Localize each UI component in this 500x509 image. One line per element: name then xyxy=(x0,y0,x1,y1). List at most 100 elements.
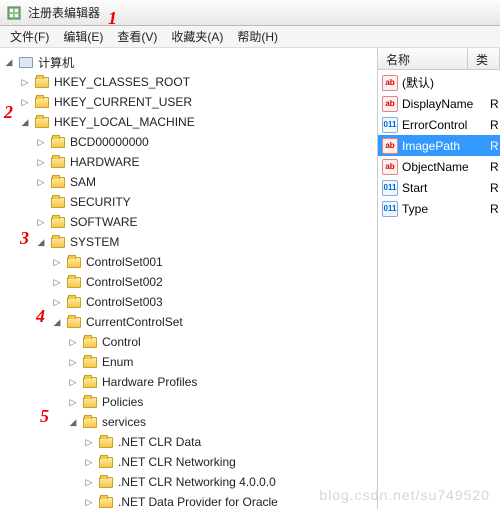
folder-icon xyxy=(98,494,114,509)
toggle-icon[interactable]: ▷ xyxy=(50,295,64,309)
tree-system[interactable]: SYSTEM xyxy=(70,235,119,249)
menu-fav[interactable]: 收藏夹(A) xyxy=(165,26,229,47)
tree-enum[interactable]: Enum xyxy=(102,355,133,369)
value-name: Start xyxy=(402,181,488,195)
value-type: R xyxy=(488,202,500,216)
binary-value-icon: 011 xyxy=(382,117,398,133)
menubar: 文件(F) 编辑(E) 查看(V) 收藏夹(A) 帮助(H) xyxy=(0,26,500,48)
folder-icon xyxy=(50,214,66,230)
tree-hklm[interactable]: HKEY_LOCAL_MACHINE xyxy=(54,115,195,129)
toggle-icon[interactable]: ◢ xyxy=(18,115,32,129)
value-type: R xyxy=(488,139,500,153)
folder-icon xyxy=(82,334,98,350)
binary-value-icon: 011 xyxy=(382,201,398,217)
tree-bcd[interactable]: BCD00000000 xyxy=(70,135,149,149)
folder-icon xyxy=(98,434,114,450)
toggle-icon[interactable]: ▷ xyxy=(34,175,48,189)
menu-edit[interactable]: 编辑(E) xyxy=(57,26,109,47)
list-body: ab(默认)abDisplayNameR011ErrorControlRabIm… xyxy=(378,70,500,221)
tree-policies[interactable]: Policies xyxy=(102,395,143,409)
folder-icon xyxy=(34,94,50,110)
tree-cs3[interactable]: ControlSet003 xyxy=(86,295,163,309)
string-value-icon: ab xyxy=(382,96,398,112)
tree-ccs[interactable]: CurrentControlSet xyxy=(86,315,183,329)
toggle-icon[interactable]: ▷ xyxy=(34,155,48,169)
list-row[interactable]: abObjectNameR xyxy=(378,156,500,177)
toggle-icon[interactable]: ▷ xyxy=(66,395,80,409)
list-pane[interactable]: 名称 类 ab(默认)abDisplayNameR011ErrorControl… xyxy=(378,48,500,509)
folder-icon xyxy=(34,74,50,90)
tree-item[interactable]: .NET CLR Data xyxy=(118,435,201,449)
folder-icon xyxy=(82,374,98,390)
app-icon xyxy=(6,5,22,21)
toggle-icon[interactable]: ◢ xyxy=(2,55,16,69)
tree-pane[interactable]: ◢ 计算机 ▷ HKEY_CLASSES_ROOT ▷ HKEY_CURRENT_US… xyxy=(0,48,378,509)
toggle-icon[interactable]: ◢ xyxy=(66,415,80,429)
list-row[interactable]: ab(默认) xyxy=(378,72,500,93)
menu-help[interactable]: 帮助(H) xyxy=(231,26,284,47)
toggle-icon[interactable]: ▷ xyxy=(18,75,32,89)
toggle-icon[interactable]: ▷ xyxy=(34,135,48,149)
tree-cs1[interactable]: ControlSet001 xyxy=(86,255,163,269)
string-value-icon: ab xyxy=(382,75,398,91)
tree-item[interactable]: .NET CLR Networking xyxy=(118,455,236,469)
toggle-icon[interactable]: ▷ xyxy=(66,335,80,349)
toggle-icon[interactable]: ◢ xyxy=(34,235,48,249)
tree-software[interactable]: SOFTWARE xyxy=(70,215,138,229)
tree-hwprof[interactable]: Hardware Profiles xyxy=(102,375,197,389)
toggle-icon[interactable]: ▷ xyxy=(18,95,32,109)
toggle-icon[interactable]: ▷ xyxy=(66,355,80,369)
folder-icon xyxy=(82,414,98,430)
col-type-header[interactable]: 类 xyxy=(468,48,500,69)
menu-file[interactable]: 文件(F) xyxy=(4,26,55,47)
list-row[interactable]: abImagePathR xyxy=(378,135,500,156)
tree-item[interactable]: .NET CLR Networking 4.0.0.0 xyxy=(118,475,276,489)
list-header: 名称 类 xyxy=(378,48,500,70)
tree-root[interactable]: 计算机 xyxy=(38,54,74,71)
toggle-icon[interactable]: ▷ xyxy=(50,275,64,289)
value-type: R xyxy=(488,118,500,132)
folder-icon xyxy=(50,174,66,190)
toggle-icon[interactable]: ▷ xyxy=(66,375,80,389)
value-type: R xyxy=(488,160,500,174)
list-row[interactable]: 011StartR xyxy=(378,177,500,198)
list-row[interactable]: 011 TypeR xyxy=(378,198,500,219)
binary-value-icon: 011 xyxy=(382,180,398,196)
menu-view[interactable]: 查看(V) xyxy=(111,26,163,47)
toggle-icon[interactable]: ▷ xyxy=(82,495,96,509)
tree-cs2[interactable]: ControlSet002 xyxy=(86,275,163,289)
folder-icon xyxy=(50,154,66,170)
toggle-icon[interactable]: ▷ xyxy=(82,455,96,469)
tree-item[interactable]: .NET Data Provider for Oracle xyxy=(118,495,278,509)
tree-hkcu[interactable]: HKEY_CURRENT_USER xyxy=(54,95,192,109)
toggle-icon[interactable]: ▷ xyxy=(82,475,96,489)
value-name: Type xyxy=(402,202,488,216)
tree-hkcr[interactable]: HKEY_CLASSES_ROOT xyxy=(54,75,190,89)
toggle-icon[interactable]: ◢ xyxy=(50,315,64,329)
tree-security[interactable]: SECURITY xyxy=(70,195,131,209)
window-title: 注册表编辑器 xyxy=(28,4,100,21)
col-name-header[interactable]: 名称 xyxy=(378,48,468,69)
toggle-icon[interactable]: ▷ xyxy=(82,435,96,449)
folder-icon xyxy=(82,394,98,410)
tree-sam[interactable]: SAM xyxy=(70,175,96,189)
value-type: R xyxy=(488,97,500,111)
folder-icon xyxy=(50,134,66,150)
titlebar[interactable]: 注册表编辑器 xyxy=(0,0,500,26)
tree-services[interactable]: services xyxy=(102,415,146,429)
folder-icon xyxy=(50,234,66,250)
folder-icon xyxy=(50,194,66,210)
folder-icon xyxy=(98,474,114,490)
string-value-icon: ab xyxy=(382,159,398,175)
toggle-icon[interactable]: ▷ xyxy=(50,255,64,269)
value-name: DisplayName xyxy=(402,97,488,111)
folder-icon xyxy=(66,254,82,270)
toggle-icon[interactable]: ▷ xyxy=(34,215,48,229)
tree-control[interactable]: Control xyxy=(102,335,141,349)
value-name: ImagePath xyxy=(402,139,488,153)
tree-hardware[interactable]: HARDWARE xyxy=(70,155,140,169)
list-row[interactable]: ab DisplayNameR xyxy=(378,93,500,114)
computer-icon xyxy=(18,54,34,70)
list-row[interactable]: 011ErrorControlR xyxy=(378,114,500,135)
folder-icon xyxy=(82,354,98,370)
